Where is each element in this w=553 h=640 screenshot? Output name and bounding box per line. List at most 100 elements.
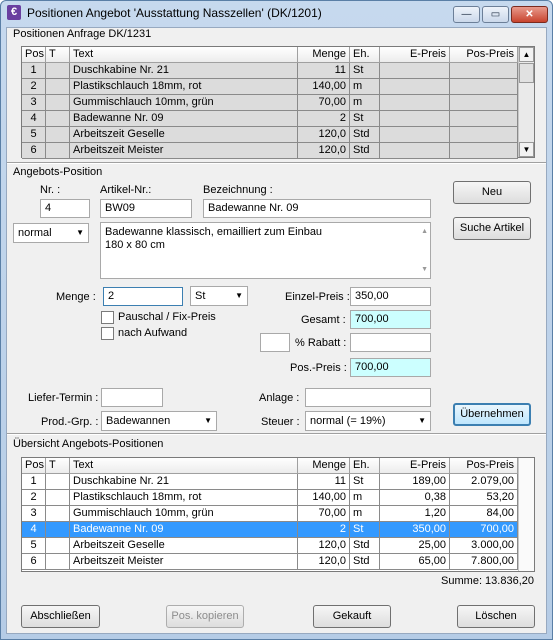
rabatt-pct-input[interactable] bbox=[260, 333, 290, 352]
col-header-eh[interactable]: Eh. bbox=[350, 47, 380, 63]
loeschen-button[interactable]: Löschen bbox=[457, 605, 535, 628]
col-header-eh[interactable]: Eh. bbox=[350, 458, 380, 474]
col-header-epreis[interactable]: E-Preis bbox=[380, 47, 450, 63]
table-row[interactable]: 4 Badewanne Nr. 09 2 St 350,00 700,00 bbox=[22, 522, 534, 538]
scroll-down-icon[interactable]: ▼ bbox=[519, 142, 534, 157]
uebernehmen-button[interactable]: Übernehmen bbox=[453, 403, 531, 426]
cell-pospreis: 7.800,00 bbox=[450, 554, 518, 570]
cell-pos: 4 bbox=[22, 522, 46, 538]
table-row[interactable]: 1 Duschkabine Nr. 21 11 St 189,00 2.079,00 bbox=[22, 474, 534, 490]
cell-menge: 11 bbox=[298, 63, 350, 79]
cell-pos: 3 bbox=[22, 506, 46, 522]
einzelpreis-input[interactable]: 350,00 bbox=[350, 287, 431, 306]
table-row[interactable]: 4 Badewanne Nr. 09 2 St bbox=[22, 111, 534, 127]
cell-eh: St bbox=[350, 63, 380, 79]
menge-input[interactable]: 2 bbox=[103, 287, 183, 306]
table-row[interactable]: 6 Arbeitszeit Meister 120,0 Std bbox=[22, 143, 534, 159]
cell-text: Plastikschlauch 18mm, rot bbox=[70, 79, 298, 95]
title-bar[interactable]: € Positionen Angebot 'Ausstattung Nassze… bbox=[1, 1, 552, 25]
abschliessen-button[interactable]: Abschließen bbox=[21, 605, 100, 628]
col-header-text[interactable]: Text bbox=[70, 47, 298, 63]
cell-menge: 70,00 bbox=[298, 95, 350, 111]
text-type-select[interactable]: normal ▼ bbox=[13, 223, 89, 243]
scroll-up-icon[interactable]: ▲ bbox=[519, 47, 534, 62]
uebersicht-grid[interactable]: Pos. T Text Menge Eh. E-Preis Pos-Preis … bbox=[21, 457, 535, 572]
col-header-menge[interactable]: Menge bbox=[298, 47, 350, 63]
prodgrp-select[interactable]: Badewannen ▼ bbox=[101, 411, 217, 431]
cell-pos: 2 bbox=[22, 490, 46, 506]
table-row[interactable]: 3 Gummischlauch 10mm, grün 70,00 m bbox=[22, 95, 534, 111]
cell-pos: 6 bbox=[22, 554, 46, 570]
col-header-pos[interactable]: Pos. bbox=[22, 458, 46, 474]
col-header-text[interactable]: Text bbox=[70, 458, 298, 474]
memo-scroll-down-icon[interactable]: ▼ bbox=[421, 263, 428, 276]
neu-button[interactable]: Neu bbox=[453, 181, 531, 204]
liefer-input[interactable] bbox=[101, 388, 163, 407]
minimize-icon[interactable]: — bbox=[453, 6, 480, 23]
anfrage-scrollbar[interactable]: ▲ ▼ bbox=[518, 47, 534, 157]
table-row[interactable]: 5 Arbeitszeit Geselle 120,0 Std bbox=[22, 127, 534, 143]
artikel-input[interactable]: BW09 bbox=[100, 199, 192, 218]
cell-text: Badewanne Nr. 09 bbox=[70, 111, 298, 127]
kopieren-button[interactable]: Pos. kopieren bbox=[166, 605, 244, 628]
steuer-select[interactable]: normal (= 19%) ▼ bbox=[305, 411, 431, 431]
col-header-menge[interactable]: Menge bbox=[298, 458, 350, 474]
cell-pos: 3 bbox=[22, 95, 46, 111]
cell-t bbox=[46, 554, 70, 570]
close-icon[interactable]: ✕ bbox=[511, 6, 548, 23]
anfrage-grid[interactable]: Pos. T Text Menge Eh. E-Preis Pos-Preis … bbox=[21, 46, 535, 159]
cell-menge: 2 bbox=[298, 111, 350, 127]
maximize-icon[interactable]: ▭ bbox=[482, 6, 509, 23]
table-row[interactable]: 1 Duschkabine Nr. 21 11 St bbox=[22, 63, 534, 79]
col-header-pos[interactable]: Pos. bbox=[22, 47, 46, 63]
cell-eh: Std bbox=[350, 143, 380, 159]
liefer-label: Liefer-Termin : bbox=[28, 392, 99, 404]
cell-t bbox=[46, 143, 70, 159]
nr-input[interactable]: 4 bbox=[40, 199, 90, 218]
rabatt-input[interactable] bbox=[350, 333, 431, 352]
cell-epreis bbox=[380, 143, 450, 159]
window-title: Positionen Angebot 'Ausstattung Nasszell… bbox=[27, 6, 322, 20]
memo-scroll-up-icon[interactable]: ▲ bbox=[421, 225, 428, 238]
bezeichnung-input[interactable]: Badewanne Nr. 09 bbox=[203, 199, 431, 218]
suche-artikel-button[interactable]: Suche Artikel bbox=[453, 217, 531, 240]
cell-epreis: 0,38 bbox=[380, 490, 450, 506]
uebersicht-grid-header: Pos. T Text Menge Eh. E-Preis Pos-Preis bbox=[22, 458, 534, 474]
cell-t bbox=[46, 111, 70, 127]
cell-pos: 4 bbox=[22, 111, 46, 127]
cell-text: Duschkabine Nr. 21 bbox=[70, 474, 298, 490]
anlage-input[interactable] bbox=[305, 388, 431, 407]
table-row[interactable]: 2 Plastikschlauch 18mm, rot 140,00 m 0,38 53,… bbox=[22, 490, 534, 506]
col-header-epreis[interactable]: E-Preis bbox=[380, 458, 450, 474]
pauschal-checkbox[interactable] bbox=[101, 311, 114, 324]
col-header-t[interactable]: T bbox=[46, 47, 70, 63]
uebersicht-scroll-area bbox=[518, 458, 534, 571]
table-row[interactable]: 3 Gummischlauch 10mm, grün 70,00 m 1,20 84,00 bbox=[22, 506, 534, 522]
cell-eh: Std bbox=[350, 538, 380, 554]
cell-t bbox=[46, 490, 70, 506]
cell-menge: 120,0 bbox=[298, 554, 350, 570]
scroll-thumb[interactable] bbox=[519, 63, 534, 83]
cell-eh: Std bbox=[350, 127, 380, 143]
table-row[interactable]: 2 Plastikschlauch 18mm, rot 140,00 m bbox=[22, 79, 534, 95]
cell-pospreis bbox=[450, 111, 518, 127]
cell-menge: 120,0 bbox=[298, 538, 350, 554]
col-header-pospreis[interactable]: Pos-Preis bbox=[450, 47, 518, 63]
table-row[interactable]: 6 Arbeitszeit Meister 120,0 Std 65,00 7.800,0… bbox=[22, 554, 534, 570]
pospreis-value: 700,00 bbox=[350, 358, 431, 377]
cell-epreis bbox=[380, 79, 450, 95]
prodgrp-label: Prod.-Grp. : bbox=[41, 416, 99, 428]
col-header-t[interactable]: T bbox=[46, 458, 70, 474]
cell-epreis: 189,00 bbox=[380, 474, 450, 490]
gekauft-button[interactable]: Gekauft bbox=[313, 605, 391, 628]
dialog-client-area: Positionen Anfrage DK/1231 Pos. T Text M… bbox=[6, 27, 547, 634]
col-header-pospreis[interactable]: Pos-Preis bbox=[450, 458, 518, 474]
pauschal-label: Pauschal / Fix-Preis bbox=[118, 311, 216, 323]
aufwand-checkbox[interactable] bbox=[101, 327, 114, 340]
einheit-select[interactable]: St ▼ bbox=[190, 286, 248, 306]
prodgrp-value: Badewannen bbox=[106, 415, 171, 427]
position-text-memo[interactable]: Badewanne klassisch, emailliert zum Einb… bbox=[100, 222, 431, 279]
menge-label: Menge : bbox=[56, 291, 96, 303]
table-row[interactable]: 5 Arbeitszeit Geselle 120,0 Std 25,00 3.000,0… bbox=[22, 538, 534, 554]
cell-menge: 11 bbox=[298, 474, 350, 490]
